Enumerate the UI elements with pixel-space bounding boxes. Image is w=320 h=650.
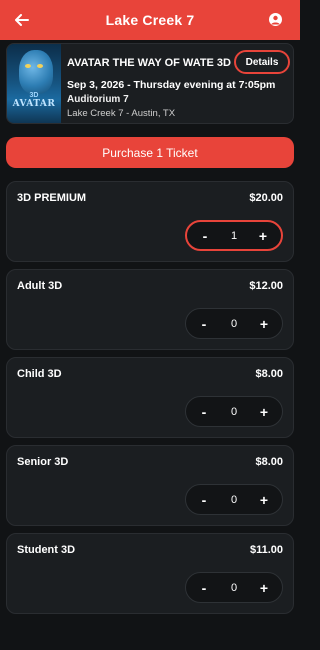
ticket-type-card: Child 3D $8.00 - 0 + (6, 357, 294, 438)
ticket-price: $11.00 (249, 544, 283, 556)
quantity-stepper: - 0 + (185, 572, 283, 603)
purchase-button[interactable]: Purchase 1 Ticket (6, 137, 294, 168)
back-button[interactable] (12, 10, 32, 30)
arrow-left-icon (15, 14, 29, 26)
quantity-stepper: - 0 + (185, 396, 283, 427)
increment-button[interactable]: + (257, 228, 269, 244)
ticket-type-name: Child 3D (17, 368, 62, 380)
quantity-value: 0 (230, 493, 238, 506)
quantity-value: 0 (230, 317, 238, 330)
showtime: Sep 3, 2026 - Thursday evening at 7:05pm (67, 79, 276, 91)
theater-location: Lake Creek 7 - Austin, TX (67, 108, 176, 119)
ticket-type-card: Student 3D $11.00 - 0 + (6, 533, 294, 614)
decrement-button[interactable]: - (198, 404, 210, 420)
ticket-price: $12.00 (249, 280, 283, 292)
poster-logo: AVATAR (12, 99, 56, 109)
decrement-button[interactable]: - (198, 492, 210, 508)
poster-3d-label: 3D (29, 92, 39, 99)
increment-button[interactable]: + (258, 580, 270, 596)
page-title: Lake Creek 7 (105, 12, 195, 28)
increment-button[interactable]: + (258, 404, 270, 420)
movie-poster: 3D AVATAR (7, 44, 61, 123)
auditorium: Auditorium 7 (67, 94, 129, 105)
increment-button[interactable]: + (258, 316, 270, 332)
account-button[interactable] (269, 13, 282, 26)
quantity-stepper: - 0 + (185, 308, 283, 339)
app-header: Lake Creek 7 (0, 0, 300, 40)
quantity-value: 0 (230, 581, 238, 594)
movie-card: 3D AVATAR AVATAR THE WAY OF WATE 3D Deta… (6, 43, 294, 124)
ticket-type-name: 3D PREMIUM (17, 192, 87, 204)
ticket-type-name: Adult 3D (17, 280, 63, 292)
ticket-type-card: Adult 3D $12.00 - 0 + (6, 269, 294, 350)
quantity-value: 0 (230, 405, 238, 418)
ticket-type-name: Senior 3D (17, 456, 69, 468)
user-avatar-icon (271, 15, 280, 25)
decrement-button[interactable]: - (198, 316, 210, 332)
quantity-value: 1 (230, 229, 238, 242)
ticket-price: $8.00 (255, 368, 283, 380)
details-button[interactable]: Details (234, 50, 290, 74)
increment-button[interactable]: + (258, 492, 270, 508)
ticket-type-card: Senior 3D $8.00 - 0 + (6, 445, 294, 526)
ticket-price: $8.00 (255, 456, 283, 468)
decrement-button[interactable]: - (198, 580, 210, 596)
quantity-stepper: - 1 + (185, 220, 283, 251)
ticket-type-card: 3D PREMIUM $20.00 - 1 + (6, 181, 294, 262)
movie-title: AVATAR THE WAY OF WATE 3D (67, 57, 231, 69)
ticket-type-name: Student 3D (17, 544, 76, 556)
ticket-price: $20.00 (249, 192, 283, 204)
quantity-stepper: - 0 + (185, 484, 283, 515)
decrement-button[interactable]: - (199, 228, 211, 244)
